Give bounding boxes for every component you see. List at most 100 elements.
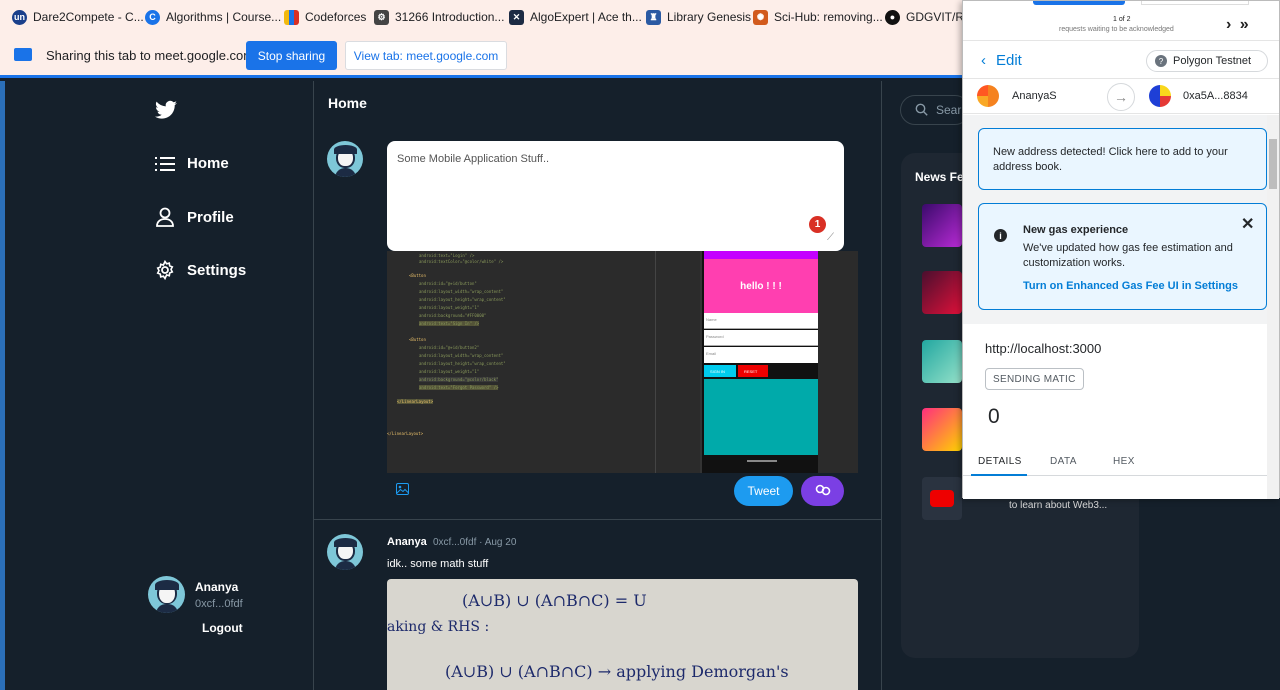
post-author[interactable]: Ananya xyxy=(387,536,427,548)
twitter-logo-icon[interactable] xyxy=(155,100,177,125)
composer-avatar xyxy=(327,141,363,177)
bookmark-label: 31266 Introduction... xyxy=(395,10,505,24)
news-thumbnail[interactable] xyxy=(922,477,962,520)
user-address: 0xcf...0fdf xyxy=(195,598,243,610)
news-thumbnail[interactable] xyxy=(922,271,962,314)
tab-data[interactable]: DATA xyxy=(1050,456,1077,467)
transaction-amount: 0 xyxy=(988,405,1000,428)
image-upload-icon[interactable] xyxy=(396,483,409,498)
edit-back-button[interactable]: ‹ Edit xyxy=(981,52,1022,69)
stop-sharing-button[interactable]: Stop sharing xyxy=(246,41,337,70)
queue-text: requests waiting to be acknowledged xyxy=(1059,26,1174,33)
tab-details[interactable]: DETAILS xyxy=(978,456,1022,467)
sidebar-item-home[interactable]: Home xyxy=(155,155,229,172)
post-meta: 0xcf...0fdf · Aug 20 xyxy=(433,537,517,548)
metamask-popup: 1 of 2 requests waiting to be acknowledg… xyxy=(962,0,1280,499)
connect-wallet-button[interactable] xyxy=(801,476,844,506)
bookmark-libgen[interactable]: ♜ Library Genesis xyxy=(646,8,751,26)
confirm-button-edge[interactable] xyxy=(1033,1,1125,5)
libgen-icon: ♜ xyxy=(646,9,661,25)
post-text: idk.. some math stuff xyxy=(387,558,489,570)
confirm-body: New address detected! Click here to add … xyxy=(963,115,1279,499)
phone-field: Email xyxy=(704,347,818,363)
phone-field: Password xyxy=(704,330,818,346)
scrollbar-thumb[interactable] xyxy=(1269,139,1277,189)
search-input[interactable]: Sear xyxy=(900,95,970,125)
scihub-icon: ✺ xyxy=(753,9,768,25)
network-selector[interactable]: ? Polygon Testnet xyxy=(1146,50,1268,72)
bookmark-scihub[interactable]: ✺ Sci-Hub: removing... xyxy=(753,8,883,26)
resize-handle-icon[interactable]: ⟋ xyxy=(827,232,834,243)
new-address-notice[interactable]: New address detected! Click here to add … xyxy=(978,128,1267,190)
next-request-icon[interactable]: › » xyxy=(1226,16,1251,34)
news-thumbnail[interactable] xyxy=(922,340,962,383)
link-icon xyxy=(815,484,830,495)
gas-banner-title: New gas experience xyxy=(1023,224,1129,236)
share-screen-icon xyxy=(14,48,32,61)
account-transfer-row: AnanyaS → 0xa5A...8834 xyxy=(963,78,1279,114)
news-feed-title: News Fe xyxy=(915,170,964,184)
queue-count: 1 of 2 xyxy=(1113,16,1131,23)
user-avatar[interactable] xyxy=(148,576,185,613)
chevron-left-icon: ‹ xyxy=(981,52,986,69)
codeforces-icon xyxy=(284,9,299,25)
tab-hex[interactable]: HEX xyxy=(1113,456,1135,467)
bookmark-algorithms[interactable]: C Algorithms | Course... xyxy=(145,8,281,26)
network-question-icon: ? xyxy=(1155,55,1167,67)
to-account-address[interactable]: 0xa5A...8834 xyxy=(1183,90,1248,102)
github-icon: ● xyxy=(885,9,900,25)
phone-button: SIGN IN xyxy=(704,365,736,377)
news-thumbnail[interactable] xyxy=(922,408,962,451)
to-account-avatar xyxy=(1149,85,1171,107)
column-divider xyxy=(313,81,314,690)
sidebar-item-label: Profile xyxy=(187,208,234,226)
phone-preview: hello ! ! ! Name Password Email SIGN IN … xyxy=(700,251,818,473)
bookmark-31266[interactable]: ⚙ 31266 Introduction... xyxy=(374,8,504,26)
grammar-badge[interactable]: 1 xyxy=(809,216,826,233)
news-snippet[interactable]: to learn about Web3... xyxy=(1009,500,1107,511)
tx-tabs: DETAILS DATA HEX xyxy=(963,446,1279,476)
youtube-icon xyxy=(930,490,954,507)
request-queue-nav: 1 of 2 requests waiting to be acknowledg… xyxy=(963,11,1279,41)
bookmark-label: Dare2Compete - C... xyxy=(33,10,144,24)
reject-button-edge[interactable] xyxy=(1141,1,1249,5)
search-icon xyxy=(915,103,928,116)
view-tab-button[interactable]: View tab: meet.google.com xyxy=(345,41,507,70)
user-name: Ananya xyxy=(195,580,239,594)
bookmark-label: Algorithms | Course... xyxy=(166,10,282,24)
menu-icon xyxy=(155,156,175,171)
tweet-composer-input[interactable]: Some Mobile Application Stuff.. 1 ⟋ xyxy=(387,141,844,251)
info-icon: i xyxy=(994,229,1007,242)
sidebar-item-label: Home xyxy=(187,155,229,172)
edit-label: Edit xyxy=(996,52,1022,69)
bookmark-label: Codeforces xyxy=(305,10,367,24)
handwriting-line: (A∪B) ∪ (A∩B∩C) → applying Demorgan's xyxy=(445,662,789,681)
algoexpert-icon: ✕ xyxy=(509,9,524,25)
scrollbar[interactable] xyxy=(1267,115,1279,499)
arrow-right-icon: → xyxy=(1107,83,1135,111)
bookmark-algoexpert[interactable]: ✕ AlgoExpert | Ace th... xyxy=(509,8,642,26)
sidebar-item-settings[interactable]: Settings xyxy=(155,260,246,280)
sidebar-item-profile[interactable]: Profile xyxy=(155,207,234,227)
from-account-name[interactable]: AnanyaS xyxy=(1012,90,1057,102)
gas-banner-description: We've updated how gas fee estimation and… xyxy=(1023,242,1233,269)
bookmark-codeforces[interactable]: Codeforces xyxy=(284,8,366,26)
tweet-button[interactable]: Tweet xyxy=(734,476,793,506)
composer-text: Some Mobile Application Stuff.. xyxy=(397,153,550,165)
enhanced-gas-link[interactable]: Turn on Enhanced Gas Fee UI in Settings xyxy=(1023,280,1238,292)
person-icon xyxy=(156,207,174,227)
post-image-handwritten-math: (A∪B) ∪ (A∩B∩C) = U aking & RHS : (A∪B) … xyxy=(387,579,858,690)
attached-code-screenshot: android:text="Login" /> android:textColo… xyxy=(387,251,858,473)
sidebar-item-label: Settings xyxy=(187,261,247,279)
bookmark-label: Sci-Hub: removing... xyxy=(774,10,883,24)
from-account-avatar xyxy=(977,85,999,107)
page-title: Home xyxy=(328,95,367,111)
post-avatar[interactable] xyxy=(327,534,363,570)
logout-button[interactable]: Logout xyxy=(202,621,243,635)
bookmark-label: Library Genesis xyxy=(667,10,752,24)
phone-button: RESET xyxy=(738,365,768,377)
post-divider xyxy=(313,519,881,520)
close-icon[interactable]: ✕ xyxy=(1241,214,1254,234)
news-thumbnail[interactable] xyxy=(922,204,962,247)
bookmark-dare2compete[interactable]: un Dare2Compete - C... xyxy=(12,8,144,26)
